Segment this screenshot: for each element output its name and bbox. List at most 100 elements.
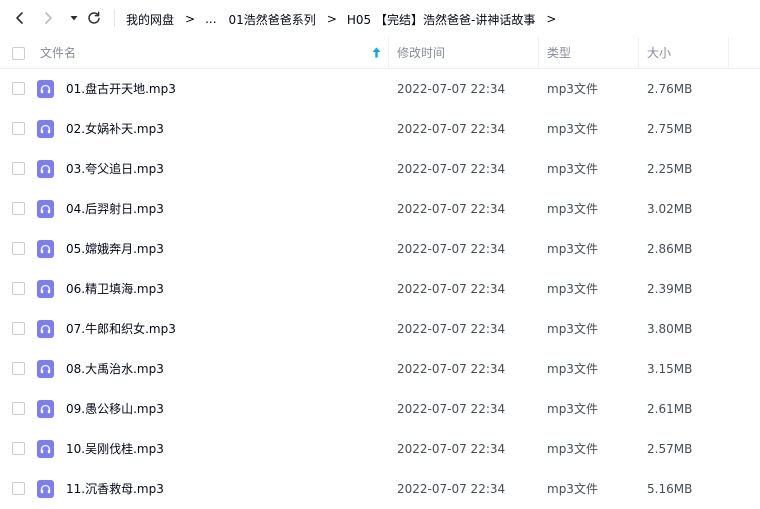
chevron-right-icon: [45, 12, 52, 24]
audio-file-icon: [37, 480, 54, 498]
file-name[interactable]: 08.大禹治水.mp3: [66, 362, 164, 376]
file-type: mp3文件: [547, 362, 598, 376]
column-divider: [728, 37, 729, 69]
breadcrumb: 我的网盘 > ... 01浩然爸爸系列 > H05 【完结】浩然爸爸-讲神话故事…: [126, 10, 566, 28]
column-header-size[interactable]: 大小: [647, 46, 671, 60]
file-name[interactable]: 09.愚公移山.mp3: [66, 402, 164, 416]
navigation-bar: 我的网盘 > ... 01浩然爸爸系列 > H05 【完结】浩然爸爸-讲神话故事…: [0, 0, 760, 37]
row-checkbox[interactable]: [12, 82, 25, 95]
file-modified-time: 2022-07-07 22:34: [397, 162, 506, 176]
file-size: 5.16MB: [647, 482, 693, 496]
file-type: mp3文件: [547, 282, 598, 296]
history-dropdown-button[interactable]: [64, 8, 84, 28]
row-checkbox[interactable]: [12, 282, 25, 295]
row-checkbox[interactable]: [12, 362, 25, 375]
file-name[interactable]: 02.女娲补天.mp3: [66, 122, 164, 136]
file-name[interactable]: 04.后羿射日.mp3: [66, 202, 164, 216]
back-button[interactable]: [10, 8, 30, 28]
file-modified-time: 2022-07-07 22:34: [397, 122, 506, 136]
file-modified-time: 2022-07-07 22:34: [397, 282, 506, 296]
row-checkbox[interactable]: [12, 202, 25, 215]
audio-file-icon: [37, 120, 54, 138]
file-row[interactable]: 02.女娲补天.mp3 2022-07-07 22:34 mp3文件 2.75MB: [0, 109, 760, 149]
audio-file-icon: [37, 160, 54, 178]
file-type: mp3文件: [547, 442, 598, 456]
audio-file-icon: [37, 400, 54, 418]
file-type: mp3文件: [547, 122, 598, 136]
column-divider: [538, 37, 539, 69]
file-modified-time: 2022-07-07 22:34: [397, 482, 506, 496]
breadcrumb-root[interactable]: 我的网盘: [126, 11, 174, 28]
column-header-modified[interactable]: 修改时间: [397, 46, 445, 60]
file-name[interactable]: 10.吴刚伐桂.mp3: [66, 442, 164, 456]
select-all-checkbox[interactable]: [12, 47, 25, 60]
row-checkbox[interactable]: [12, 162, 25, 175]
file-size: 2.76MB: [647, 82, 693, 96]
chevron-left-icon: [16, 12, 23, 24]
file-size: 2.75MB: [647, 122, 693, 136]
file-modified-time: 2022-07-07 22:34: [397, 202, 506, 216]
file-row[interactable]: 05.嫦娥奔月.mp3 2022-07-07 22:34 mp3文件 2.86MB: [0, 229, 760, 269]
row-checkbox[interactable]: [12, 442, 25, 455]
file-type: mp3文件: [547, 202, 598, 216]
row-checkbox[interactable]: [12, 242, 25, 255]
column-header-name[interactable]: 文件名: [40, 46, 76, 60]
file-size: 2.61MB: [647, 402, 693, 416]
file-row[interactable]: 06.精卫填海.mp3 2022-07-07 22:34 mp3文件 2.39MB: [0, 269, 760, 309]
breadcrumb-separator: >: [326, 12, 337, 26]
file-modified-time: 2022-07-07 22:34: [397, 242, 506, 256]
file-type: mp3文件: [547, 402, 598, 416]
audio-file-icon: [37, 360, 54, 378]
row-checkbox[interactable]: [12, 402, 25, 415]
audio-file-icon: [37, 200, 54, 218]
sort-ascending-icon[interactable]: [372, 47, 381, 58]
file-row[interactable]: 04.后羿射日.mp3 2022-07-07 22:34 mp3文件 3.02MB: [0, 189, 760, 229]
file-type: mp3文件: [547, 482, 598, 496]
breadcrumb-current-folder[interactable]: H05 【完结】浩然爸爸-讲神话故事: [347, 11, 535, 28]
dropdown-triangle-icon: [70, 16, 78, 21]
file-row[interactable]: 03.夸父追日.mp3 2022-07-07 22:34 mp3文件 2.25MB: [0, 149, 760, 189]
audio-file-icon: [37, 280, 54, 298]
file-size: 2.25MB: [647, 162, 693, 176]
audio-file-icon: [37, 240, 54, 258]
file-row[interactable]: 09.愚公移山.mp3 2022-07-07 22:34 mp3文件 2.61MB: [0, 389, 760, 429]
file-modified-time: 2022-07-07 22:34: [397, 82, 506, 96]
refresh-button[interactable]: [84, 8, 104, 28]
file-name[interactable]: 03.夸父追日.mp3: [66, 162, 164, 176]
nav-divider: [114, 9, 115, 27]
file-size: 2.57MB: [647, 442, 693, 456]
file-row[interactable]: 11.沉香救母.mp3 2022-07-07 22:34 mp3文件 5.16MB: [0, 469, 760, 509]
breadcrumb-ellipsis[interactable]: ...: [205, 12, 216, 26]
file-size: 3.80MB: [647, 322, 693, 336]
file-row[interactable]: 01.盘古开天地.mp3 2022-07-07 22:34 mp3文件 2.76MB: [0, 69, 760, 109]
row-checkbox[interactable]: [12, 322, 25, 335]
file-modified-time: 2022-07-07 22:34: [397, 362, 506, 376]
file-name[interactable]: 05.嫦娥奔月.mp3: [66, 242, 164, 256]
audio-file-icon: [37, 440, 54, 458]
audio-file-icon: [37, 320, 54, 338]
file-row[interactable]: 10.吴刚伐桂.mp3 2022-07-07 22:34 mp3文件 2.57MB: [0, 429, 760, 469]
file-type: mp3文件: [547, 322, 598, 336]
file-modified-time: 2022-07-07 22:34: [397, 322, 506, 336]
file-list-header: 文件名 修改时间 类型 大小: [0, 37, 760, 69]
forward-button[interactable]: [38, 8, 58, 28]
audio-file-icon: [37, 80, 54, 98]
file-name[interactable]: 01.盘古开天地.mp3: [66, 82, 176, 96]
refresh-icon: [88, 11, 100, 24]
column-header-type[interactable]: 类型: [547, 46, 571, 60]
file-modified-time: 2022-07-07 22:34: [397, 402, 506, 416]
row-checkbox[interactable]: [12, 122, 25, 135]
file-row[interactable]: 08.大禹治水.mp3 2022-07-07 22:34 mp3文件 3.15MB: [0, 349, 760, 389]
file-size: 3.02MB: [647, 202, 693, 216]
file-name[interactable]: 06.精卫填海.mp3: [66, 282, 164, 296]
breadcrumb-folder-series[interactable]: 01浩然爸爸系列: [229, 11, 316, 28]
file-type: mp3文件: [547, 82, 598, 96]
file-name[interactable]: 11.沉香救母.mp3: [66, 482, 164, 496]
file-row[interactable]: 07.牛郎和织女.mp3 2022-07-07 22:34 mp3文件 3.80MB: [0, 309, 760, 349]
column-divider: [388, 37, 389, 69]
file-name[interactable]: 07.牛郎和织女.mp3: [66, 322, 176, 336]
file-modified-time: 2022-07-07 22:34: [397, 442, 506, 456]
row-checkbox[interactable]: [12, 482, 25, 495]
breadcrumb-separator: >: [185, 12, 196, 26]
file-size: 2.86MB: [647, 242, 693, 256]
